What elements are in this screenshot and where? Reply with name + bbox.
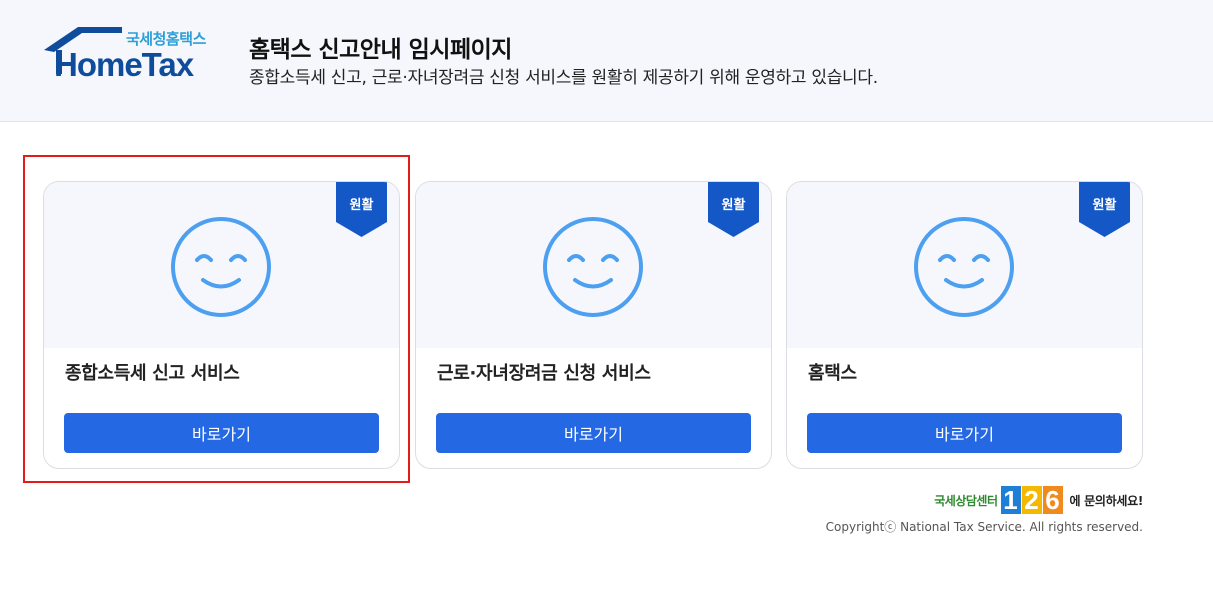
page-header: 국세청홈택스 HomeTax 홈택스 신고안내 임시페이지 종합소득세 신고, … <box>0 0 1213 122</box>
contact-digit: 2 <box>1021 486 1042 514</box>
status-badge: 원활 <box>336 182 387 237</box>
smiley-icon <box>543 217 643 317</box>
page-title: 홈택스 신고안내 임시페이지 <box>249 37 512 63</box>
copyright-text: Copyrightⓒ National Tax Service. All rig… <box>825 520 1143 534</box>
card-image-area: 원활 <box>44 182 399 348</box>
smiley-icon <box>914 217 1014 317</box>
card-image-area: 원활 <box>416 182 771 348</box>
status-badge: 원활 <box>708 182 759 237</box>
go-button-incentive[interactable]: 바로가기 <box>436 413 751 453</box>
service-card-income-tax: 원활 종합소득세 신고 서비스 바로가기 <box>43 181 400 469</box>
status-badge-label: 원활 <box>349 198 374 213</box>
contact-digit: 6 <box>1042 486 1063 514</box>
status-badge-label: 원활 <box>1092 198 1117 213</box>
status-badge-label: 원활 <box>721 198 746 213</box>
go-button-income-tax[interactable]: 바로가기 <box>64 413 379 453</box>
logo-wordmark: HomeTax <box>54 46 194 83</box>
card-image-area: 원활 <box>787 182 1142 348</box>
contact-center-banner: 국세상담센터 1 2 6 에 문의하세요! <box>934 484 1143 516</box>
service-card-incentive: 원활 근로·자녀장려금 신청 서비스 바로가기 <box>415 181 772 469</box>
status-badge: 원활 <box>1079 182 1130 237</box>
smiley-icon <box>171 217 271 317</box>
page-subtitle: 종합소득세 신고, 근로·자녀장려금 신청 서비스를 원활히 제공하기 위해 운… <box>249 68 878 88</box>
card-title: 종합소득세 신고 서비스 <box>65 363 240 384</box>
card-title: 홈택스 <box>808 363 857 384</box>
go-button-hometax[interactable]: 바로가기 <box>807 413 1122 453</box>
card-title: 근로·자녀장려금 신청 서비스 <box>437 363 651 384</box>
contact-center-label: 국세상담센터 <box>934 493 998 508</box>
contact-suffix: 에 문의하세요! <box>1069 493 1144 508</box>
service-card-hometax: 원활 홈택스 바로가기 <box>786 181 1143 469</box>
hometax-logo[interactable]: 국세청홈택스 HomeTax <box>42 24 217 83</box>
contact-digit: 1 <box>1000 486 1021 514</box>
